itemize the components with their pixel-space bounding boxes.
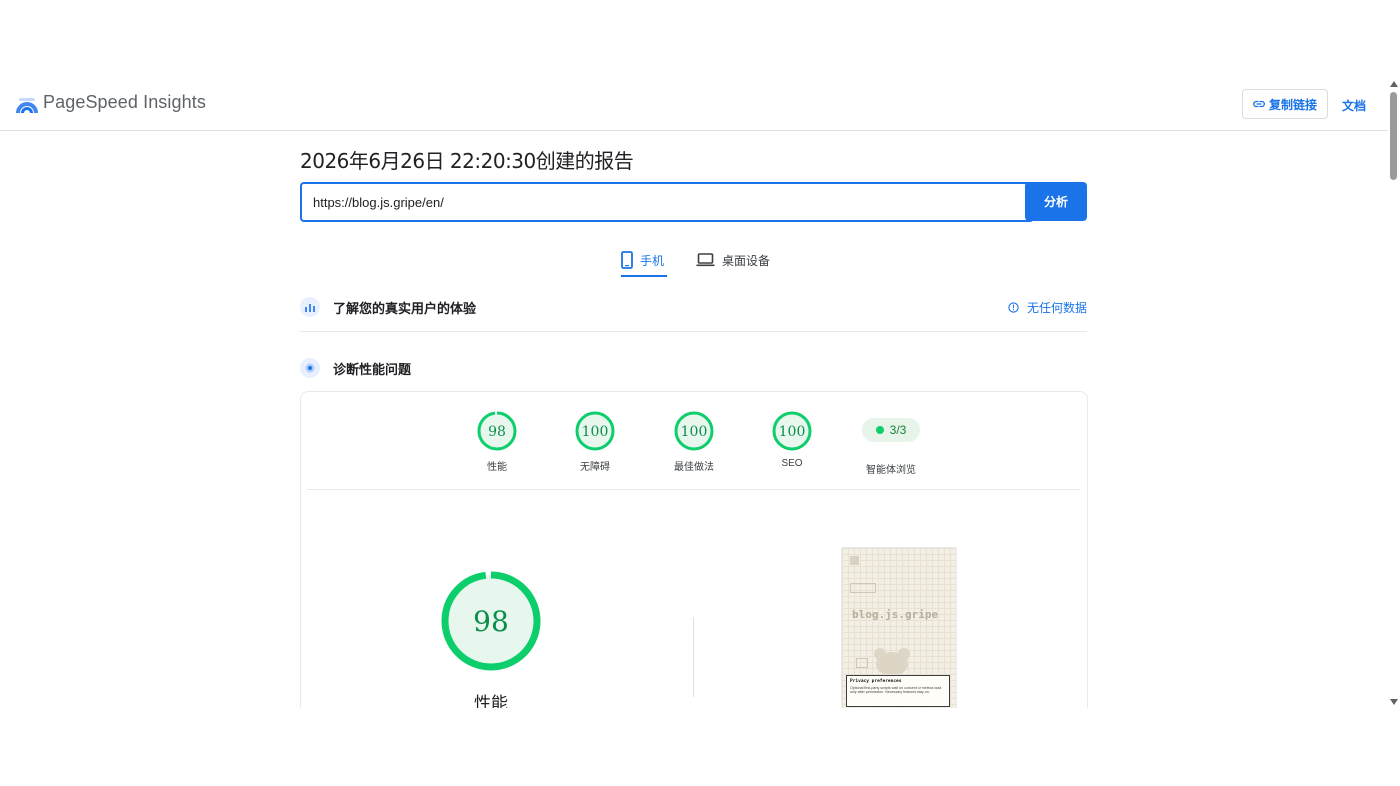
no-data-indicator[interactable]: 无任何数据 — [1008, 299, 1087, 316]
privacy-popup-title: Privacy preferences — [850, 679, 902, 684]
best-practices-score-label: 最佳做法 — [674, 462, 714, 473]
performance-score-gauge[interactable]: 98 性能 — [467, 411, 527, 473]
performance-score-label: 性能 — [487, 462, 507, 473]
accessibility-score-label: 无障碍 — [580, 462, 610, 473]
url-input[interactable] — [300, 182, 1034, 222]
best-practices-score-gauge[interactable]: 100 最佳做法 — [664, 411, 724, 473]
pass-dot-icon — [875, 426, 884, 434]
info-icon — [1008, 301, 1019, 313]
performance-gauge-large-label: 性能 — [474, 694, 508, 708]
accessibility-score-value: 100 — [582, 424, 609, 440]
scroll-up-arrow-icon[interactable] — [1390, 81, 1398, 87]
browser-viewport: PageSpeed Insights 复制链接 文档 2026年6月26日 22… — [0, 78, 1400, 708]
card-divider — [307, 489, 1080, 490]
docs-link[interactable]: 文档 — [1342, 97, 1366, 114]
report-title: 2026年6月26日 22:20:30创建的报告 — [300, 149, 634, 173]
vertical-scrollbar[interactable] — [1388, 78, 1400, 708]
tab-mobile-label: 手机 — [640, 253, 665, 268]
seo-score-value: 100 — [779, 424, 806, 440]
field-data-title: 了解您的真实用户的体验 — [333, 300, 477, 316]
agent-browsing-badge[interactable]: 3/3 — [862, 418, 920, 442]
agent-browsing-value: 3/3 — [889, 423, 907, 437]
copy-link-button[interactable]: 复制链接 — [1242, 89, 1328, 119]
laptop-icon — [696, 253, 715, 267]
performance-score-ring: 98 — [477, 411, 517, 451]
lighthouse-icon — [300, 358, 320, 378]
lab-data-section-header: 诊断性能问题 — [300, 357, 1087, 379]
best-practices-score-ring: 100 — [674, 411, 714, 451]
site-small-box — [856, 658, 868, 668]
performance-gauge-large: 98 — [441, 571, 541, 671]
section-divider — [300, 331, 1087, 332]
analyze-button[interactable]: 分析 — [1025, 182, 1087, 221]
site-nav-box — [850, 583, 876, 593]
pagespeed-logo-icon[interactable] — [16, 94, 38, 116]
accessibility-score-ring: 100 — [575, 411, 615, 451]
site-logo-icon — [850, 556, 859, 565]
seo-score-gauge[interactable]: 100 SEO — [762, 411, 822, 469]
top-bar: PageSpeed Insights 复制链接 文档 — [0, 78, 1388, 131]
brand-name[interactable]: PageSpeed Insights — [43, 92, 206, 113]
no-data-label: 无任何数据 — [1026, 300, 1087, 315]
page-screenshot-thumbnail: blog.js.gripe Privacy preferences Option… — [841, 547, 957, 708]
accessibility-score-gauge[interactable]: 100 无障碍 — [565, 411, 625, 473]
privacy-popup-text: Optional first-party scripts wait on con… — [850, 686, 942, 695]
scroll-thumb[interactable] — [1390, 92, 1397, 180]
tab-mobile[interactable]: 手机 — [621, 246, 667, 277]
best-practices-score-value: 100 — [681, 424, 708, 440]
thumbnail-site-title: blog.js.gripe — [852, 608, 939, 621]
crux-chart-icon — [300, 297, 320, 317]
tab-desktop[interactable]: 桌面设备 — [696, 246, 770, 274]
agent-browsing-label: 智能体浏览 — [866, 465, 916, 476]
privacy-popup: Privacy preferences Optional first-party… — [846, 675, 950, 707]
lighthouse-report-card: 98 性能 100 无障碍 100 最佳做法 100 SEO 3/3 智能体浏览 98 性能 … — [300, 391, 1088, 708]
scroll-down-arrow-icon[interactable] — [1390, 699, 1398, 705]
field-data-section-header: 了解您的真实用户的体验 无任何数据 — [300, 296, 1087, 318]
performance-large-value: 98 — [473, 605, 509, 638]
vertical-divider — [693, 617, 694, 697]
seo-score-label: SEO — [781, 458, 803, 469]
bear-illustration-icon — [874, 648, 910, 674]
smartphone-icon — [621, 251, 633, 269]
link-icon — [1253, 100, 1265, 108]
tab-desktop-label: 桌面设备 — [722, 253, 771, 268]
copy-link-label: 复制链接 — [1268, 97, 1317, 112]
lab-data-title: 诊断性能问题 — [333, 361, 412, 377]
seo-score-ring: 100 — [772, 411, 812, 451]
performance-score-value: 98 — [488, 424, 506, 440]
